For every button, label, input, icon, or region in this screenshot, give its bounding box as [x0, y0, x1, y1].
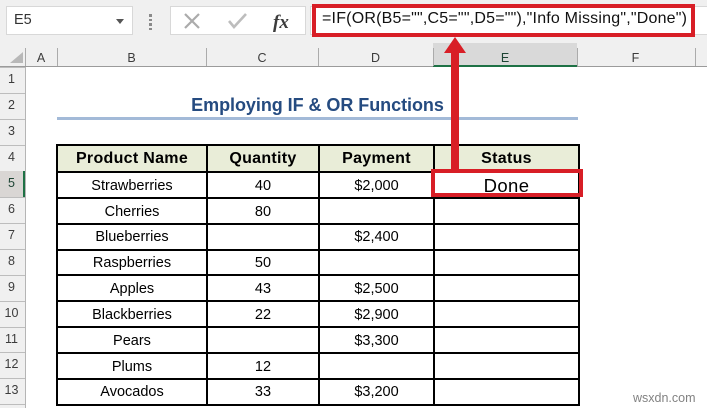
- svg-text:fx: fx: [273, 12, 289, 33]
